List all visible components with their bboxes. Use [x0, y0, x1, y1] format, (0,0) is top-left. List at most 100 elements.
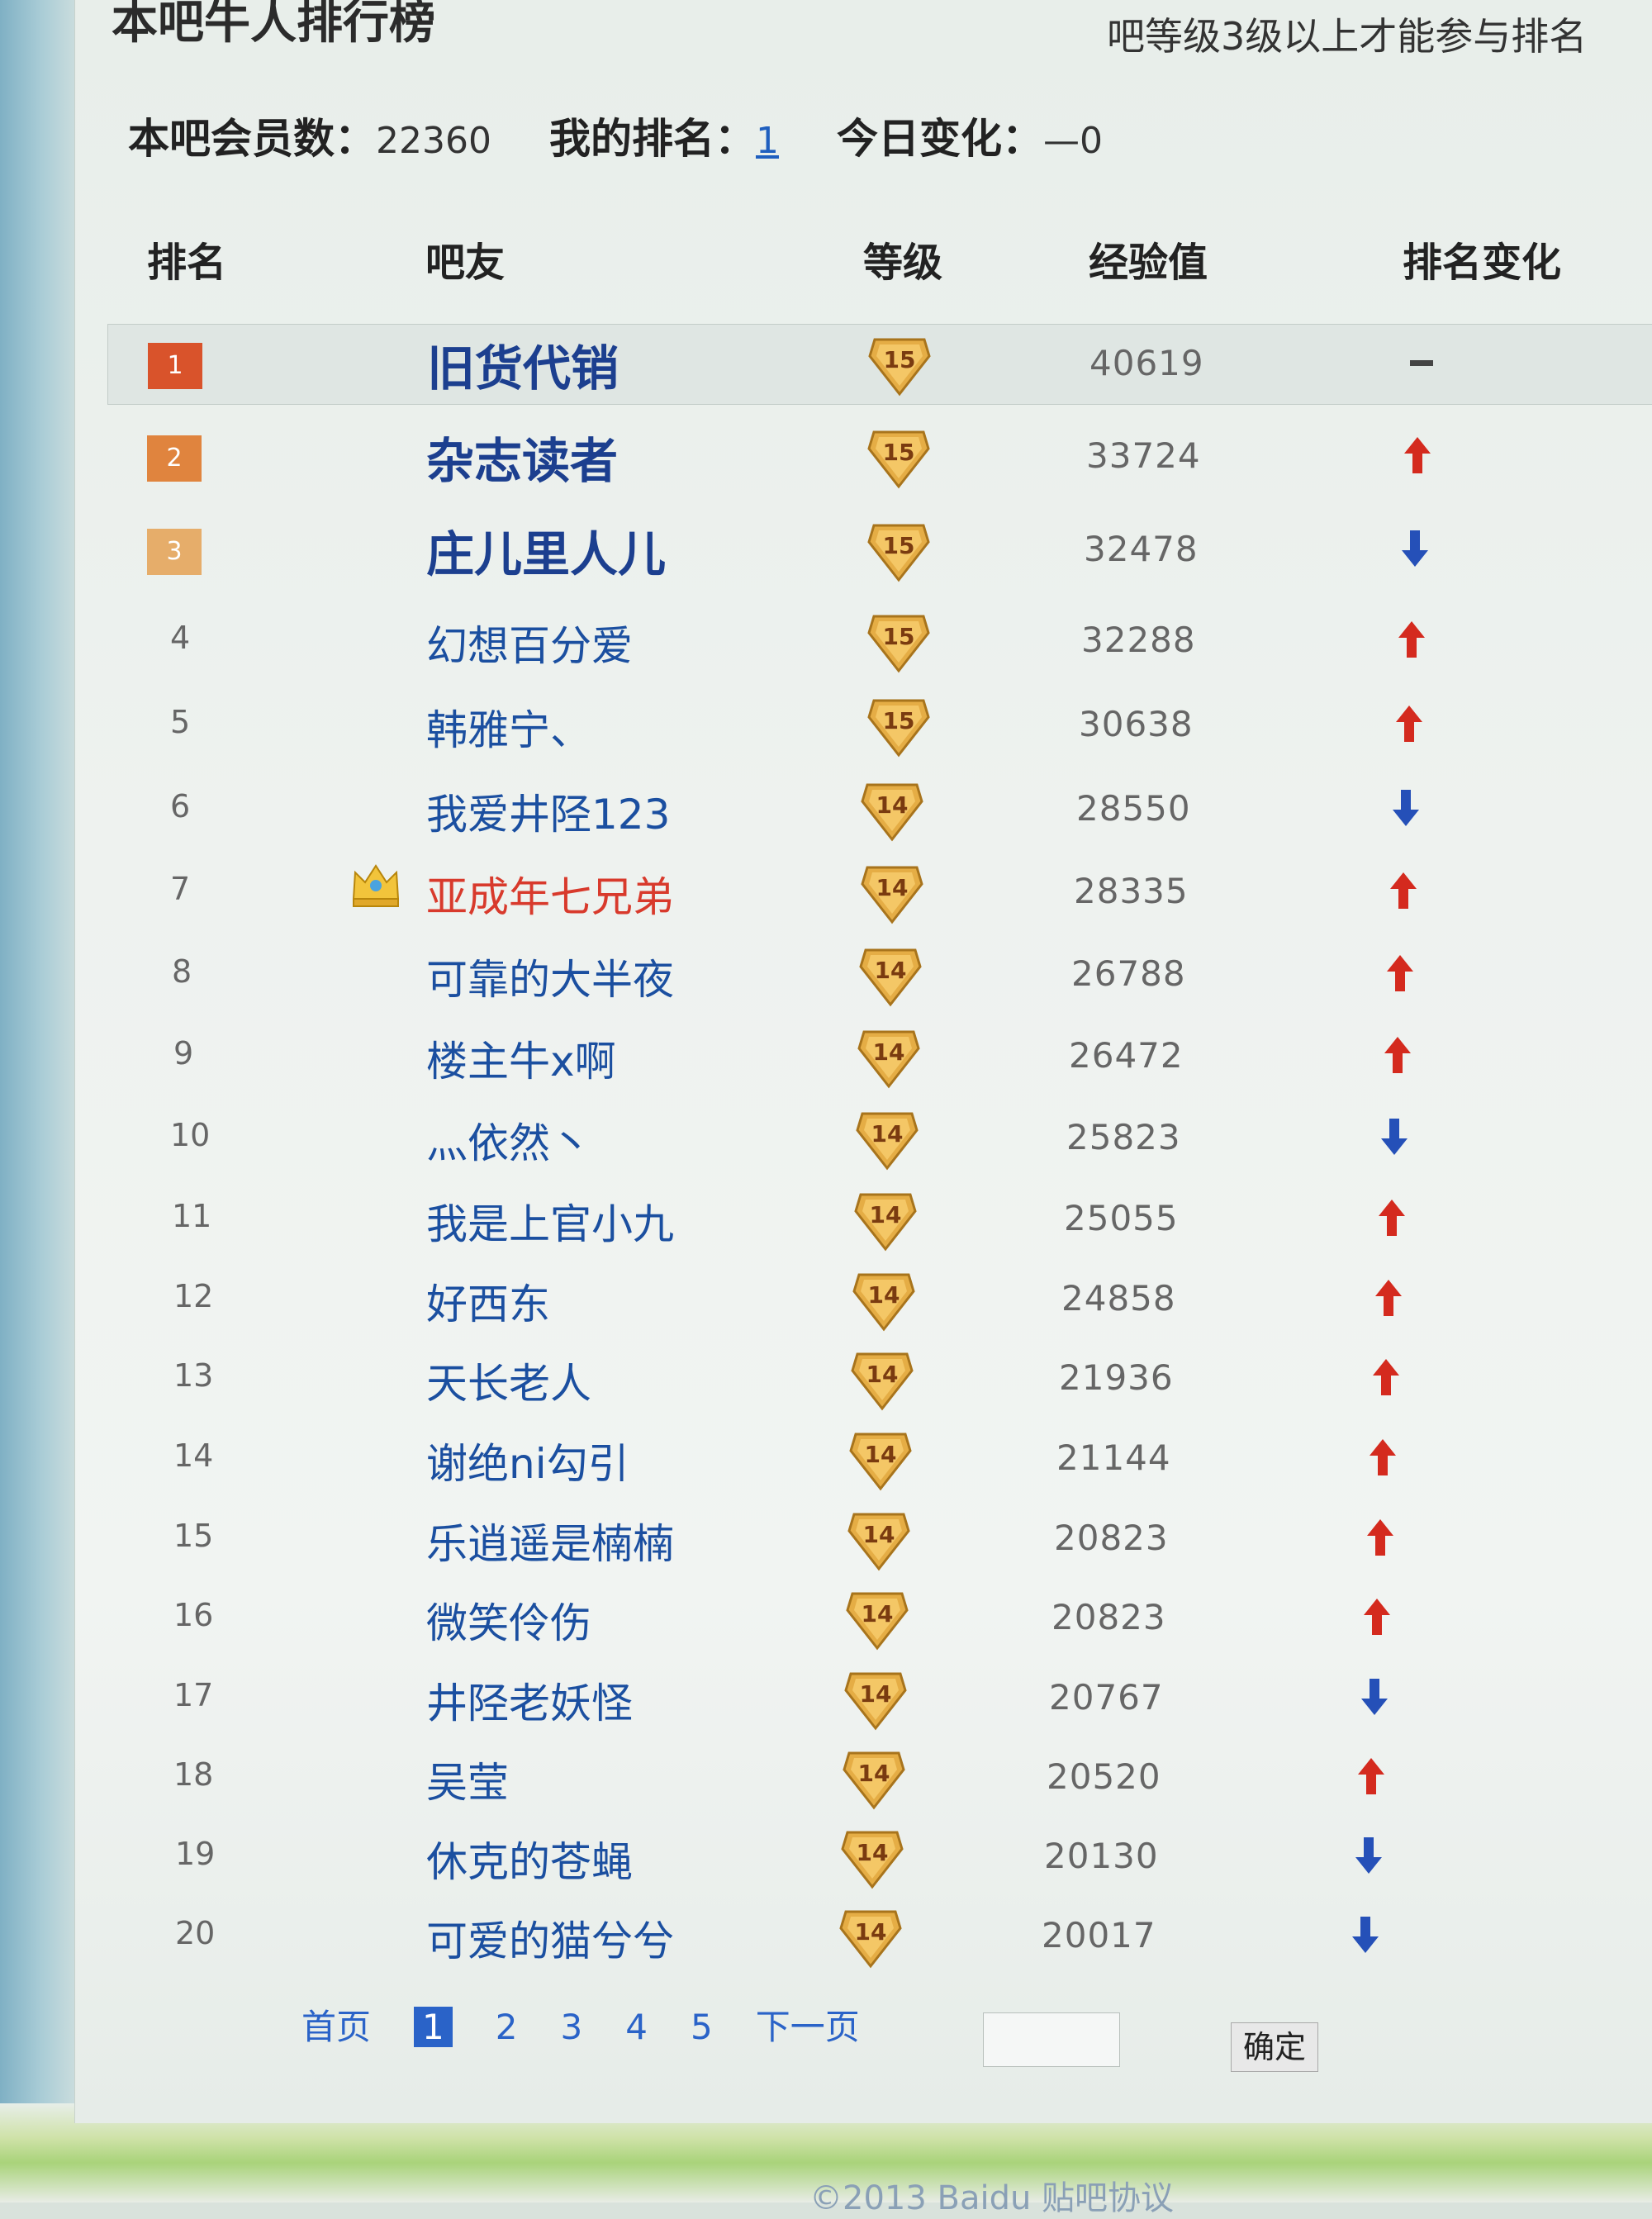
page-link-1[interactable]: 1	[414, 2007, 453, 2047]
stats-bar: 本吧会员数：22360 我的排名：1 今日变化：—0	[128, 106, 1103, 165]
level-value: 14	[862, 1600, 894, 1627]
user-link[interactable]: 我是上官小九	[426, 1191, 674, 1251]
level-badge-icon: 14	[843, 1751, 905, 1810]
user-link[interactable]: 井陉老妖怪	[426, 1670, 633, 1730]
level-value: 14	[857, 1839, 889, 1866]
rank-number: 11	[172, 1198, 212, 1234]
user-link[interactable]: 旧货代销	[427, 330, 619, 399]
level-badge-icon: 15	[867, 430, 930, 489]
rank-number: 19	[175, 1836, 216, 1872]
header-change: 排名变化	[1403, 240, 1562, 286]
confirm-button[interactable]: 确定	[1231, 2022, 1318, 2072]
exp-value: 20017	[1042, 1915, 1156, 1955]
user-link[interactable]: 天长老人	[426, 1351, 591, 1410]
level-value: 14	[865, 1441, 897, 1468]
table-row: 9 楼主牛x啊 14 26472	[107, 1017, 1652, 1096]
user-link[interactable]: 庄儿里人儿	[426, 516, 666, 585]
red-up-arrow-icon	[1395, 618, 1428, 661]
level-value: 15	[883, 439, 915, 466]
user-link[interactable]: 好西东	[426, 1271, 550, 1331]
page-jump-input[interactable]	[983, 2012, 1120, 2067]
user-link[interactable]: 吴莹	[426, 1750, 509, 1809]
page-link-4[interactable]: 4	[625, 2007, 648, 2047]
red-up-arrow-icon	[1372, 1276, 1405, 1319]
user-link[interactable]: 谢绝ni勾引	[426, 1431, 629, 1490]
page-title: 本吧牛人排行榜	[112, 0, 435, 50]
members-label: 本吧会员数：	[128, 115, 376, 163]
user-link[interactable]: 灬依然丶	[426, 1110, 591, 1170]
table-row: 2 杂志读者 15 33724	[107, 417, 1652, 497]
level-badge-icon: 14	[846, 1592, 909, 1651]
rank-number: 13	[173, 1357, 214, 1394]
red-up-arrow-icon	[1360, 1595, 1393, 1638]
rank-number: 6	[170, 788, 191, 824]
level-badge-icon: 15	[868, 338, 931, 397]
header-rank: 排名	[147, 240, 227, 286]
footer-text: ©2013 Baidu 贴吧协议	[809, 2179, 1175, 2217]
table-row: 3 庄儿里人儿 15 32478	[107, 511, 1652, 590]
table-row: 19 休克的苍蝇 14 20130	[107, 1817, 1652, 1897]
table-row: 5 韩雅宁、 15 30638	[107, 686, 1652, 765]
user-link[interactable]: 可靠的大半夜	[426, 947, 674, 1006]
exp-value: 21936	[1059, 1357, 1174, 1398]
rank-number: 4	[170, 620, 191, 656]
exp-value: 24858	[1061, 1278, 1176, 1319]
members-count: 22360	[376, 120, 491, 162]
exp-value: 28550	[1076, 788, 1191, 829]
table-row: 4 幻想百分爱 15 32288	[107, 601, 1652, 681]
exp-value: 21144	[1056, 1437, 1171, 1478]
rank-number: 20	[175, 1915, 216, 1951]
red-up-arrow-icon	[1370, 1356, 1403, 1399]
red-up-arrow-icon	[1355, 1755, 1388, 1798]
user-link[interactable]: 微笑伶伤	[426, 1590, 591, 1650]
user-link[interactable]: 我爱井陉123	[426, 782, 670, 841]
blue-down-arrow-icon	[1378, 1115, 1411, 1158]
level-value: 14	[866, 1361, 899, 1388]
my-rank-link[interactable]: 1	[756, 120, 779, 162]
exp-value: 26788	[1071, 953, 1186, 994]
next-page-link[interactable]: 下一页	[756, 1999, 860, 2050]
level-value: 14	[858, 1760, 890, 1787]
level-badge-icon: 15	[867, 615, 930, 673]
rank-number: 10	[170, 1117, 211, 1153]
rank-number: 15	[173, 1518, 214, 1554]
today-change-label: 今日变化：	[836, 115, 1043, 163]
user-link[interactable]: 韩雅宁、	[426, 697, 591, 757]
user-link[interactable]: 幻想百分爱	[426, 613, 633, 672]
rank-badge: 2	[147, 435, 202, 482]
level-value: 15	[883, 623, 915, 650]
rank-number: 14	[173, 1437, 214, 1474]
rank-number: 18	[173, 1756, 214, 1793]
table-row: 15 乐逍遥是楠楠 14 20823	[107, 1499, 1652, 1579]
exp-value: 32288	[1081, 620, 1196, 660]
level-value: 14	[863, 1521, 895, 1548]
first-page-link[interactable]: 首页	[301, 1999, 371, 2050]
exp-value: 20823	[1054, 1518, 1169, 1558]
table-row: 20 可爱的猫兮兮 14 20017	[107, 1897, 1652, 1976]
level-badge-icon: 14	[841, 1831, 904, 1889]
exp-value: 28335	[1074, 871, 1189, 911]
user-link[interactable]: 杂志读者	[426, 422, 618, 492]
level-badge-icon: 14	[844, 1672, 907, 1731]
table-row: 17 井陉老妖怪 14 20767	[107, 1659, 1652, 1738]
crown-icon	[352, 864, 400, 907]
user-link[interactable]: 亚成年七兄弟	[426, 864, 674, 924]
user-link[interactable]: 楼主牛x啊	[426, 1029, 616, 1088]
level-badge-icon: 14	[859, 948, 922, 1007]
user-link[interactable]: 乐逍遥是楠楠	[426, 1511, 674, 1570]
table-row: 16 微笑伶伤 14 20823	[107, 1579, 1652, 1658]
exp-value: 25055	[1064, 1198, 1179, 1238]
pagination: 首页 1 2 3 4 5 下一页	[301, 1999, 903, 2050]
user-link[interactable]: 休克的苍蝇	[426, 1829, 633, 1889]
exp-value: 33724	[1086, 435, 1201, 476]
user-link[interactable]: 可爱的猫兮兮	[426, 1908, 674, 1968]
page-link-3[interactable]: 3	[560, 2007, 582, 2047]
table-row: 14 谢绝ni勾引 14 21144	[107, 1419, 1652, 1499]
page-link-2[interactable]: 2	[496, 2007, 518, 2047]
header-exp: 经验值	[1089, 240, 1208, 286]
level-value: 14	[870, 1201, 902, 1228]
page-link-5[interactable]: 5	[691, 2007, 713, 2047]
rank-number: 16	[173, 1597, 214, 1633]
level-badge-icon: 14	[852, 1273, 915, 1332]
table-row: 1 旧货代销 15 40619	[107, 324, 1652, 405]
